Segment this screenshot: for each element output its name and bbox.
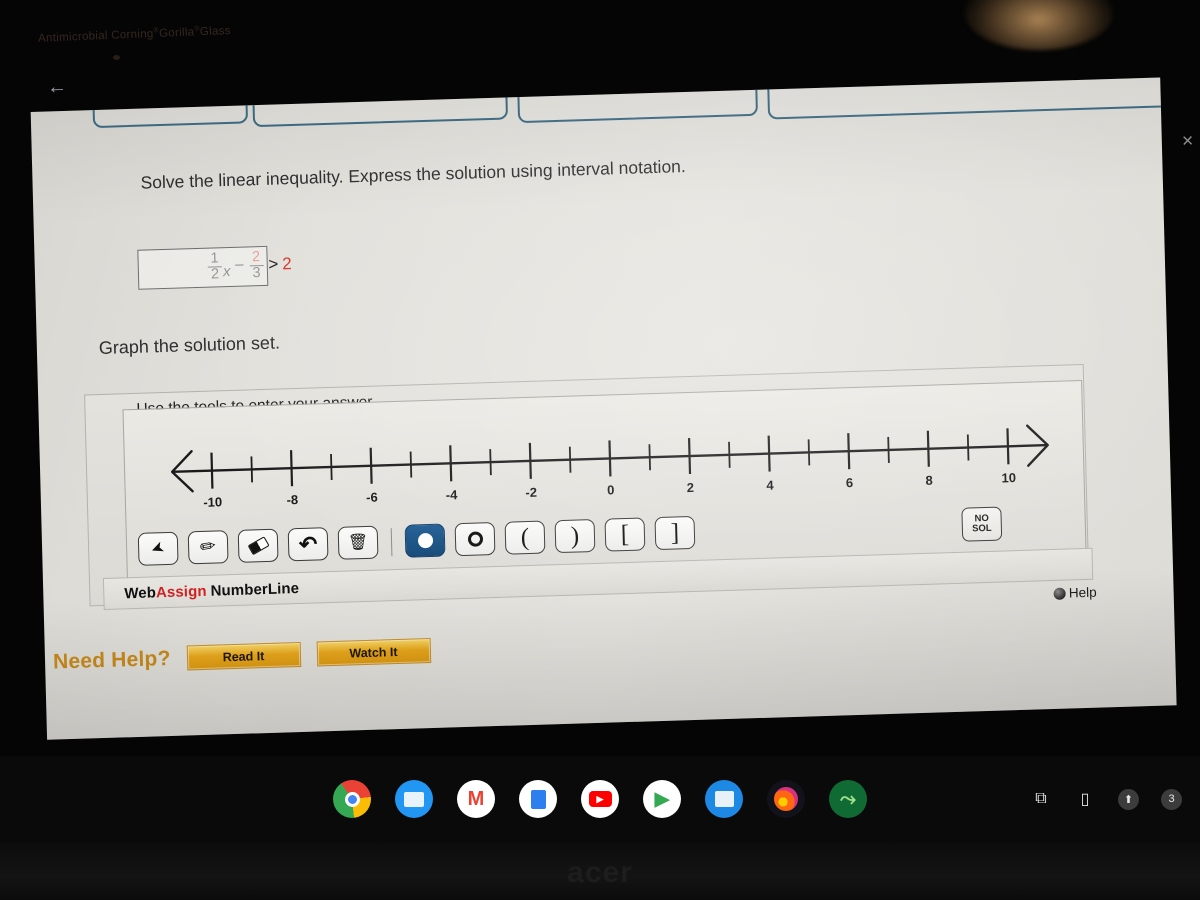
tick-label: 10 xyxy=(1001,470,1016,485)
tick-label: -10 xyxy=(203,494,222,510)
pencil-glyph: ✏ xyxy=(198,535,218,559)
greater-than-operator: > xyxy=(268,254,279,275)
graph-prompt: Graph the solution set. xyxy=(98,332,281,359)
question-prompt: Solve the linear inequality. Express the… xyxy=(140,156,686,193)
upload-icon[interactable]: ⬆ xyxy=(1118,788,1139,810)
right-hand-side: 2 xyxy=(282,254,292,274)
phone-hub-icon[interactable]: ▯ xyxy=(1074,788,1096,810)
bracket-left[interactable]: [ xyxy=(604,517,646,552)
laptop-base: acer xyxy=(0,842,1200,900)
shelf-app-youtube[interactable]: ▶ xyxy=(581,780,619,818)
eraser-tool[interactable] xyxy=(237,528,279,563)
previous-answer-frame-3[interactable] xyxy=(517,77,759,124)
laptop-photo: Antimicrobial Corning®Gorilla®Glass ← — … xyxy=(0,0,1200,900)
chromeos-shelf: M ▶ ▶ ⤳ ⧉ ▯ ⬆ 3 xyxy=(0,756,1200,842)
interval-notation-input[interactable] xyxy=(137,245,269,290)
play-store-icon: ▶ xyxy=(654,788,670,810)
toolbar-separator xyxy=(390,527,393,556)
logo-product: NumberLine xyxy=(210,579,300,600)
notification-count-badge[interactable]: 3 xyxy=(1161,788,1182,810)
brand-logo: acer xyxy=(567,856,633,889)
bezel-mid: Gorilla xyxy=(158,26,195,40)
no-solution-line-2: SOL xyxy=(971,522,992,535)
tick-label: -8 xyxy=(286,492,298,507)
tick-label: 6 xyxy=(846,475,854,490)
tick-label: 2 xyxy=(687,480,695,495)
shelf-app-chrome[interactable] xyxy=(333,780,371,818)
shelf-app-firefox[interactable] xyxy=(767,780,805,818)
gmail-icon: M xyxy=(467,788,485,810)
no-solution-button[interactable]: NO SOL xyxy=(961,506,1003,542)
previous-answer-frame-4[interactable] xyxy=(767,77,1177,120)
watch-it-button[interactable]: Watch It xyxy=(316,638,431,667)
delete-tool[interactable]: 🗑 xyxy=(337,525,379,560)
youtube-icon: ▶ xyxy=(588,791,612,807)
bezel-suffix: Glass xyxy=(199,24,231,39)
bezel-prefix: Antimicrobial Corning xyxy=(37,28,154,45)
help-icon xyxy=(1053,587,1067,600)
chrome-icon xyxy=(344,791,360,807)
number-line-ticks xyxy=(210,428,1010,489)
previous-answer-frame-1[interactable] xyxy=(92,83,249,129)
shelf-app-keep[interactable] xyxy=(705,780,743,818)
pencil-tool[interactable]: ✏ xyxy=(187,530,229,565)
shelf-app-play-store[interactable]: ▶ xyxy=(643,780,681,818)
screen-capture-icon[interactable]: ⧉ xyxy=(1030,788,1052,810)
help-link[interactable]: Help xyxy=(1053,584,1097,601)
bracket-right-glyph: ] xyxy=(670,519,680,547)
tick-label: 8 xyxy=(925,473,933,488)
read-it-button[interactable]: Read It xyxy=(186,642,301,671)
open-paren-left-glyph: ( xyxy=(520,523,530,552)
tick-label: 4 xyxy=(766,477,774,492)
close-button[interactable]: ✕ xyxy=(1181,133,1194,150)
bracket-right[interactable]: ] xyxy=(654,515,696,551)
undo-arrow-glyph: ↶ xyxy=(298,530,318,557)
select-tool[interactable]: ➤ xyxy=(137,531,179,566)
closed-point-glyph xyxy=(417,532,433,549)
shelf-app-docs[interactable] xyxy=(519,780,557,818)
system-tray[interactable]: ⧉ ▯ ⬆ 3 xyxy=(1030,788,1182,810)
tick-label: 0 xyxy=(607,482,615,497)
shelf-app-desmos[interactable]: ⤳ xyxy=(829,780,867,818)
shelf-app-gmail[interactable]: M xyxy=(457,780,495,818)
trash-glyph: 🗑 xyxy=(347,533,369,552)
docs-icon xyxy=(530,789,546,809)
tick-label: -6 xyxy=(366,490,378,505)
bezel-brand-text: Antimicrobial Corning®Gorilla®Glass xyxy=(38,24,231,45)
logo-web: Web xyxy=(124,583,157,602)
logo-assign: Assign xyxy=(155,582,207,601)
help-label: Help xyxy=(1068,584,1097,601)
browser-viewport: Solve the linear inequality. Express the… xyxy=(30,51,1197,746)
cursor-arrow-glyph: ➤ xyxy=(148,537,168,559)
bracket-left-glyph: [ xyxy=(620,520,630,549)
webcam-led xyxy=(113,55,120,60)
keep-icon xyxy=(714,791,734,807)
open-paren-right[interactable]: ) xyxy=(554,518,596,554)
assignment-page: Solve the linear inequality. Express the… xyxy=(30,77,1177,740)
desmos-icon: ⤳ xyxy=(840,788,856,810)
shelf-app-files[interactable] xyxy=(395,780,433,818)
need-help-row: Need Help? Read It Watch It xyxy=(53,638,431,675)
webassign-logo: WebAssign NumberLine xyxy=(124,580,299,602)
screen-glare xyxy=(964,0,1114,50)
firefox-icon xyxy=(774,787,798,811)
files-icon xyxy=(404,791,424,807)
open-paren-right-glyph: ) xyxy=(570,522,580,550)
tick-label: -2 xyxy=(525,485,537,500)
open-point-tool[interactable] xyxy=(454,522,496,557)
tick-label: -4 xyxy=(446,487,459,502)
closed-point-tool[interactable] xyxy=(404,523,446,558)
previous-answer-frame-2[interactable] xyxy=(252,79,509,128)
need-help-label: Need Help? xyxy=(52,646,171,674)
eraser-glyph xyxy=(247,536,270,556)
undo-tool[interactable]: ↶ xyxy=(287,527,329,562)
open-paren-left[interactable]: ( xyxy=(504,520,546,555)
open-point-glyph xyxy=(467,531,483,547)
shelf-app-list: M ▶ ▶ ⤳ xyxy=(333,780,867,818)
